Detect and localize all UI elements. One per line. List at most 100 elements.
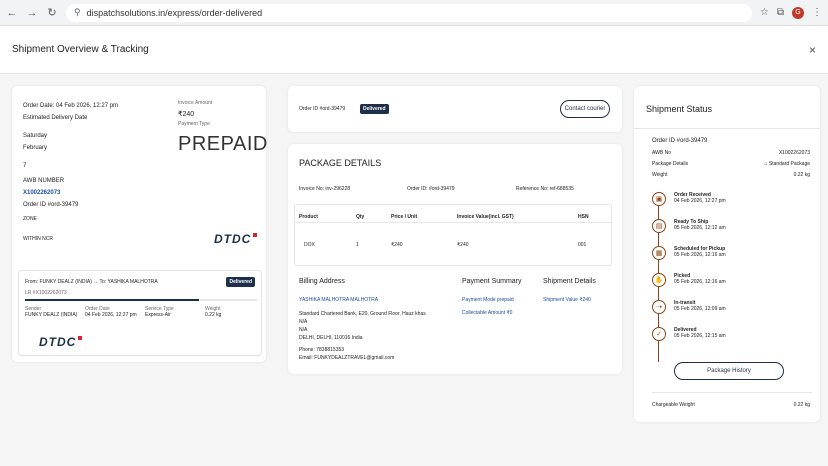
label-order-date: 04 Feb 2026, 12:27 pm [85, 312, 137, 318]
event-time: 05 Feb 2026, 12:16 am [674, 252, 726, 258]
cell-hsn: 001 [578, 242, 587, 248]
status-divider [634, 128, 820, 129]
billing-line1: Standard Chartered Bank, E20, Ground Flo… [299, 311, 426, 317]
timeline-event: ▦ Scheduled for Pickup 05 Feb 2026, 12:16… [652, 246, 726, 260]
forward-icon[interactable]: → [26, 7, 38, 19]
billing-phone: Phone: 7838815353 [299, 347, 345, 353]
order-id-detail: Order ID: #ord-39479 [407, 186, 455, 192]
collectable-amount: Collectable Amount ₹0 [462, 310, 513, 316]
timeline-event: ▣ Order Received 04 Feb 2026, 12:27 pm [652, 192, 726, 206]
back-icon[interactable]: ← [6, 7, 18, 19]
order-id-header: Order ID #ord-39479 [299, 106, 346, 112]
event-time: 05 Feb 2026, 12:12 am [674, 225, 726, 231]
label-courier-logo: DTDC [39, 335, 83, 349]
sender-value: FUNKY DEALZ (INDIA) [25, 312, 78, 318]
event-time: 04 Feb 2026, 12:27 pm [674, 198, 726, 204]
status-package-label: Package Details [652, 161, 689, 167]
extensions-icon[interactable]: ⧉ [777, 7, 784, 18]
items-table [294, 204, 612, 266]
label-status-badge: Delivered [226, 277, 255, 287]
event-time: 05 Feb 2026, 12:09 am [674, 306, 726, 312]
billing-email: Email: FUNKYDEALZTRAVEL@gmail.com [299, 355, 395, 361]
status-awb-label: AWB No [652, 150, 671, 156]
status-weight-label: Weight [652, 172, 668, 178]
delivery-month: February [23, 145, 48, 151]
invoice-amount-label: Invoice Amount [178, 100, 213, 106]
label-progress-fill [25, 299, 199, 301]
timeline: ▣ Order Received 04 Feb 2026, 12:27 pm ▤ … [652, 192, 812, 362]
modal-body: Order Date: 04 Feb 2026, 12:27 pm Estima… [0, 74, 828, 466]
status-awb: X1002262073 [778, 150, 810, 156]
shipment-value: Shipment Value ₹240 [543, 297, 591, 303]
col-price: Price / Unit [391, 214, 418, 220]
awb-number: X1002262073 [23, 190, 61, 196]
site-info-icon[interactable]: ⚲ [74, 7, 81, 18]
service-type: Express-Air [145, 312, 171, 318]
delivery-date: 7 [23, 163, 27, 169]
invoice-amount: ₹240 [178, 111, 195, 118]
chargeable-weight-label: Chargeable Weight [652, 402, 695, 408]
timeline-event: ✓ Delivered 05 Feb 2026, 12:15 am [652, 327, 726, 341]
payment-type: PREPAID [178, 133, 268, 155]
awb-label: AWB NUMBER [23, 178, 65, 184]
chargeable-divider [652, 392, 812, 393]
payment-summary-title: Payment Summary [462, 278, 522, 285]
shipment-status-card: Shipment Status Order ID #ord-39479 AWB … [634, 86, 820, 422]
shipment-status-title: Shipment Status [646, 104, 713, 114]
close-icon[interactable]: × [809, 43, 816, 57]
courier-logo: DTDC [214, 232, 258, 246]
payment-mode: Payment Mode prepaid [462, 297, 514, 303]
cell-invoice-value: ₹240 [457, 242, 469, 248]
timeline-event: ▤ Ready To Ship 05 Feb 2026, 12:12 am [652, 219, 726, 233]
modal-title: Shipment Overview & Tracking [12, 44, 149, 55]
package-details-card: PACKAGE DETAILS Invoice No: inv-296228 O… [288, 144, 622, 374]
menu-icon[interactable]: ⋮ [812, 7, 822, 18]
billing-name: YASHIKA MALHOTRA MALHOTRA [299, 297, 379, 303]
check-icon: ✓ [652, 327, 666, 341]
profile-avatar[interactable]: G [792, 6, 804, 19]
billing-line4: DELHI, DELHI, 110016 India [299, 335, 363, 341]
col-hsn: HSN [578, 214, 589, 220]
timeline-event: ✋ Picked 05 Feb 2026, 12:16 am [652, 273, 726, 287]
package-history-button[interactable]: Package History [674, 362, 784, 380]
address-bar[interactable]: ⚲ dispatchsolutions.in/express/order-del… [66, 3, 752, 22]
label-weight: 0.22 kg [205, 312, 222, 318]
status-package: ⌂ Standard Package [764, 161, 810, 167]
package-details-title: PACKAGE DETAILS [299, 158, 382, 168]
label-route: From: FUNKY DEALZ (INDIA) → To: YASHIKA … [25, 279, 158, 285]
timeline-event: ⇢ In-transit 05 Feb 2026, 12:09 am [652, 300, 726, 314]
shipment-details-title: Shipment Details [543, 278, 596, 285]
col-qty: Qty [356, 214, 365, 220]
order-date: Order Date: 04 Feb 2026, 12:27 pm [23, 103, 119, 109]
cell-product: DOX [304, 242, 315, 248]
modal-header: Shipment Overview & Tracking × [0, 26, 828, 74]
reference-number: Reference No: ref-688535 [516, 186, 574, 192]
calendar-icon: ▦ [652, 246, 666, 260]
url-text: dispatchsolutions.in/express/order-deliv… [86, 7, 263, 18]
browser-toolbar: ← → ↻ ⚲ dispatchsolutions.in/express/ord… [0, 0, 828, 26]
cart-icon: ▣ [652, 192, 666, 206]
order-id: Order ID #ord-39479 [23, 202, 79, 208]
billing-line2: N/A [299, 319, 308, 325]
status-order-id: Order ID #ord-39479 [652, 138, 708, 144]
billing-line3: N/A [299, 327, 308, 333]
shipping-label-card: From: FUNKY DEALZ (INDIA) → To: YASHIKA … [18, 270, 262, 356]
hand-icon: ✋ [652, 273, 666, 287]
bookmark-star-icon[interactable]: ☆ [760, 7, 769, 18]
cell-price: ₹240 [391, 242, 403, 248]
contact-courier-button[interactable]: Contact courier [560, 100, 610, 118]
label-lr: LR #X1002262073 [25, 290, 67, 296]
reload-icon[interactable]: ↻ [46, 6, 58, 19]
order-header-card: Order ID #ord-39479 Delivered Contact co… [288, 86, 622, 132]
estimated-delivery-label: Estimated Delivery Date [23, 115, 88, 121]
label-progress-track [25, 299, 257, 301]
zone-value: WITHIN NCR [23, 236, 53, 242]
invoice-number: Invoice No: inv-296228 [299, 186, 351, 192]
order-status-badge: Delivered [360, 104, 389, 114]
billing-address-title: Billing Address [299, 278, 345, 285]
zone-label: ZONE [23, 216, 37, 222]
chargeable-weight: 0.22 kg [793, 402, 810, 408]
box-icon: ▤ [652, 219, 666, 233]
delivery-day: Saturday [23, 133, 48, 139]
col-product: Product [299, 214, 318, 220]
